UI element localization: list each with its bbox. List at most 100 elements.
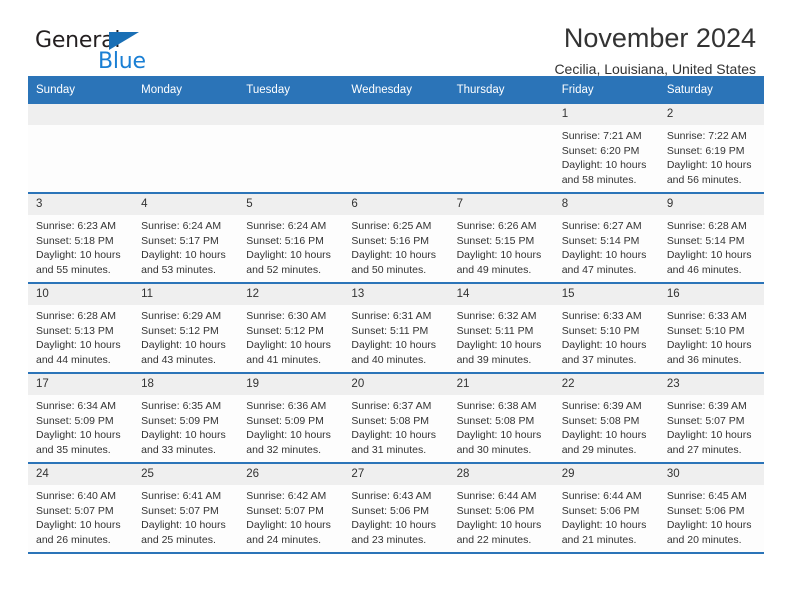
day-details: Sunrise: 6:38 AM Sunset: 5:08 PM Daylight:… [449, 395, 554, 457]
day-details: Sunrise: 6:41 AM Sunset: 5:07 PM Daylight:… [133, 485, 238, 547]
daylight-duration-line1: Daylight: 10 hours [36, 339, 121, 352]
sunrise-time: Sunrise: 6:25 AM [351, 220, 432, 232]
daylight-duration-line2: and 20 minutes. [666, 533, 742, 546]
sunset-time: Sunset: 5:11 PM [351, 324, 429, 337]
day-details [238, 125, 343, 129]
day-number: 26 [238, 464, 344, 485]
weekday-header-monday: Monday [133, 76, 239, 104]
calendar-day-cell[interactable]: 21 Sunrise: 6:38 AM Sunset: 5:08 PM Dayligh… [448, 372, 554, 463]
sunrise-time: Sunrise: 6:44 AM [561, 490, 642, 502]
calendar-day-cell[interactable]: 4 Sunrise: 6:24 AM Sunset: 5:17 PM Daylight… [133, 192, 239, 283]
daylight-duration-line2: and 27 minutes. [666, 443, 742, 456]
calendar-day-cell[interactable]: 12 Sunrise: 6:30 AM Sunset: 5:12 PM Dayligh… [238, 282, 344, 373]
day-number: 24 [28, 464, 134, 485]
daylight-duration-line1: Daylight: 10 hours [141, 339, 226, 352]
calendar-day-cell[interactable]: 9 Sunrise: 6:28 AM Sunset: 5:14 PM Daylight… [658, 192, 764, 283]
sunset-time: Sunset: 6:20 PM [561, 144, 640, 157]
sunrise-time: Sunrise: 6:26 AM [456, 220, 537, 232]
day-number: 20 [343, 374, 449, 395]
calendar-day-cell[interactable]: 2 Sunrise: 7:22 AM Sunset: 6:19 PM Daylight… [658, 104, 764, 193]
calendar-day-cell[interactable]: 24 Sunrise: 6:40 AM Sunset: 5:07 PM Dayligh… [28, 462, 134, 554]
day-number: 6 [343, 194, 449, 215]
calendar-day-cell[interactable]: 10 Sunrise: 6:28 AM Sunset: 5:13 PM Dayligh… [28, 282, 134, 373]
day-number: 23 [658, 374, 764, 395]
daylight-duration-line1: Daylight: 10 hours [351, 249, 437, 262]
day-details: Sunrise: 6:40 AM Sunset: 5:07 PM Daylight:… [28, 485, 133, 547]
calendar-day-cell[interactable]: 22 Sunrise: 6:39 AM Sunset: 5:08 PM Dayligh… [553, 372, 659, 463]
day-number: 11 [133, 284, 239, 305]
day-number: 21 [448, 374, 554, 395]
calendar-day-cell[interactable]: 3 Sunrise: 6:23 AM Sunset: 5:18 PM Daylight… [28, 192, 134, 283]
calendar-day-cell[interactable]: 28 Sunrise: 6:44 AM Sunset: 5:06 PM Dayligh… [448, 462, 554, 554]
day-details: Sunrise: 6:28 AM Sunset: 5:13 PM Daylight:… [28, 305, 133, 367]
daylight-duration-line2: and 24 minutes. [246, 533, 321, 546]
page-header: General Blue November 2024 Cecilia, Loui… [28, 0, 764, 77]
calendar-day-cell[interactable]: 20 Sunrise: 6:37 AM Sunset: 5:08 PM Dayligh… [343, 372, 449, 463]
calendar-day-cell[interactable]: 25 Sunrise: 6:41 AM Sunset: 5:07 PM Dayligh… [133, 462, 239, 554]
sunrise-time: Sunrise: 6:27 AM [561, 220, 642, 232]
calendar-day-cell[interactable]: 15 Sunrise: 6:33 AM Sunset: 5:10 PM Dayligh… [553, 282, 659, 373]
day-details: Sunrise: 6:45 AM Sunset: 5:06 PM Daylight:… [659, 485, 764, 547]
daylight-duration-line1: Daylight: 10 hours [456, 519, 542, 532]
calendar-day-cell[interactable]: 8 Sunrise: 6:27 AM Sunset: 5:14 PM Daylight… [553, 192, 659, 283]
calendar-day-cell[interactable]: 16 Sunrise: 6:33 AM Sunset: 5:10 PM Dayligh… [658, 282, 764, 373]
calendar-day-cell[interactable]: 29 Sunrise: 6:44 AM Sunset: 5:06 PM Dayligh… [553, 462, 659, 554]
sunrise-time: Sunrise: 6:31 AM [351, 310, 432, 322]
day-details [28, 125, 133, 129]
sunset-time: Sunset: 5:12 PM [246, 324, 324, 337]
daylight-duration-line1: Daylight: 10 hours [246, 429, 331, 442]
calendar-day-cell[interactable]: 14 Sunrise: 6:32 AM Sunset: 5:11 PM Dayligh… [448, 282, 554, 373]
calendar-day-cell[interactable]: 13 Sunrise: 6:31 AM Sunset: 5:11 PM Dayligh… [343, 282, 449, 373]
daylight-duration-line1: Daylight: 10 hours [456, 429, 542, 442]
calendar-day-cell[interactable]: 30 Sunrise: 6:45 AM Sunset: 5:06 PM Dayligh… [658, 462, 764, 554]
calendar-week-row: 3 Sunrise: 6:23 AM Sunset: 5:18 PM Daylight… [28, 192, 764, 283]
sunset-time: Sunset: 5:08 PM [456, 414, 535, 427]
calendar-day-cell-empty [343, 104, 449, 193]
day-details: Sunrise: 6:24 AM Sunset: 5:16 PM Daylight:… [238, 215, 343, 277]
daylight-duration-line1: Daylight: 10 hours [666, 429, 752, 442]
day-number [238, 104, 344, 125]
generalblue-logo[interactable]: General Blue [35, 28, 215, 76]
day-details: Sunrise: 6:42 AM Sunset: 5:07 PM Daylight:… [238, 485, 343, 547]
sunset-time: Sunset: 5:18 PM [36, 234, 114, 247]
sunset-time: Sunset: 5:12 PM [141, 324, 219, 337]
day-number: 12 [238, 284, 344, 305]
calendar-day-cell[interactable]: 17 Sunrise: 6:34 AM Sunset: 5:09 PM Dayligh… [28, 372, 134, 463]
sunset-time: Sunset: 5:10 PM [561, 324, 640, 337]
calendar-day-cell[interactable]: 7 Sunrise: 6:26 AM Sunset: 5:15 PM Daylight… [448, 192, 554, 283]
blue-triangle-icon [109, 32, 139, 50]
daylight-duration-line1: Daylight: 10 hours [36, 249, 121, 262]
sunset-time: Sunset: 5:16 PM [246, 234, 324, 247]
sunset-time: Sunset: 5:06 PM [351, 504, 430, 517]
sunset-time: Sunset: 5:14 PM [561, 234, 640, 247]
day-details: Sunrise: 6:39 AM Sunset: 5:07 PM Daylight:… [659, 395, 764, 457]
sunset-time: Sunset: 5:08 PM [561, 414, 640, 427]
daylight-duration-line2: and 31 minutes. [351, 443, 427, 456]
sunset-time: Sunset: 5:06 PM [666, 504, 745, 517]
calendar-day-cell[interactable]: 23 Sunrise: 6:39 AM Sunset: 5:07 PM Dayligh… [658, 372, 764, 463]
daylight-duration-line1: Daylight: 10 hours [561, 339, 647, 352]
daylight-duration-line2: and 26 minutes. [36, 533, 111, 546]
calendar-day-cell[interactable]: 27 Sunrise: 6:43 AM Sunset: 5:06 PM Dayligh… [343, 462, 449, 554]
calendar-day-cell[interactable]: 11 Sunrise: 6:29 AM Sunset: 5:12 PM Dayligh… [133, 282, 239, 373]
day-details: Sunrise: 6:37 AM Sunset: 5:08 PM Daylight:… [343, 395, 448, 457]
calendar-day-cell[interactable]: 6 Sunrise: 6:25 AM Sunset: 5:16 PM Daylight… [343, 192, 449, 283]
calendar-day-cell[interactable]: 1 Sunrise: 7:21 AM Sunset: 6:20 PM Daylight… [553, 104, 659, 193]
calendar-day-cell[interactable]: 18 Sunrise: 6:35 AM Sunset: 5:09 PM Dayligh… [133, 372, 239, 463]
sunset-time: Sunset: 5:10 PM [666, 324, 745, 337]
daylight-duration-line1: Daylight: 10 hours [561, 429, 647, 442]
day-details: Sunrise: 6:30 AM Sunset: 5:12 PM Daylight:… [238, 305, 343, 367]
calendar-day-cell[interactable]: 19 Sunrise: 6:36 AM Sunset: 5:09 PM Dayligh… [238, 372, 344, 463]
sunrise-time: Sunrise: 7:22 AM [666, 130, 747, 142]
sunrise-sunset-calendar: Sunday Monday Tuesday Wednesday Thursday… [28, 76, 764, 554]
calendar-day-cell[interactable]: 5 Sunrise: 6:24 AM Sunset: 5:16 PM Daylight… [238, 192, 344, 283]
daylight-duration-line2: and 22 minutes. [456, 533, 532, 546]
sunset-time: Sunset: 6:19 PM [666, 144, 745, 157]
calendar-day-cell[interactable]: 26 Sunrise: 6:42 AM Sunset: 5:07 PM Dayligh… [238, 462, 344, 554]
sunrise-time: Sunrise: 6:35 AM [141, 400, 222, 412]
sunrise-time: Sunrise: 6:44 AM [456, 490, 537, 502]
daylight-duration-line2: and 30 minutes. [456, 443, 532, 456]
day-number: 16 [658, 284, 764, 305]
calendar-body: 1 Sunrise: 7:21 AM Sunset: 6:20 PM Daylight… [28, 104, 764, 554]
day-number: 1 [553, 104, 659, 125]
